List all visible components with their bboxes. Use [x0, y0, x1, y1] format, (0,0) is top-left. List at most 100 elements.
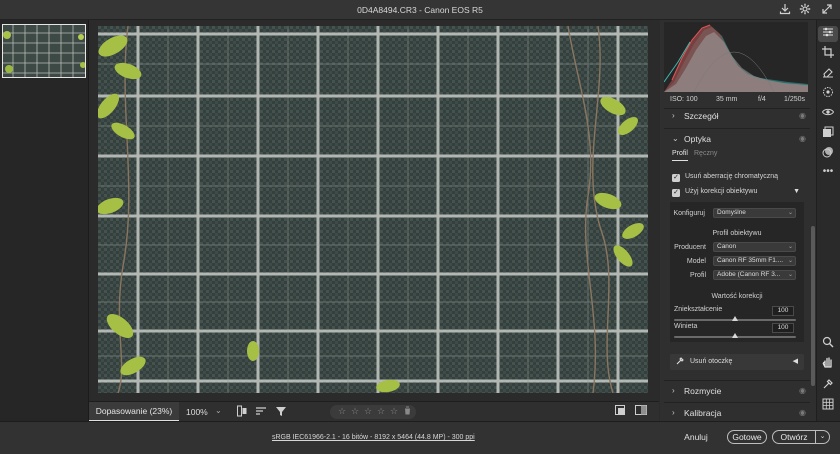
grid-icon[interactable]	[818, 398, 838, 414]
section-detail[interactable]: › Szczegół ◉	[664, 110, 810, 124]
collapse-icon[interactable]: ▼	[793, 188, 800, 195]
maker-label: Producent	[674, 244, 706, 251]
dropdown-caret-icon: ⌄	[787, 210, 793, 216]
filmstrip-thumbnail[interactable]	[2, 24, 86, 78]
cancel-button[interactable]: Anuluj	[678, 430, 714, 444]
chevron-right-icon: ›	[672, 386, 675, 395]
red-eye-icon[interactable]	[818, 86, 838, 102]
section-calibration[interactable]: › Kalibracja ◉	[664, 407, 810, 421]
chevron-down-icon: ⌄	[672, 134, 679, 143]
vignette-slider-thumb[interactable]	[732, 333, 738, 338]
eyedropper-icon[interactable]	[676, 357, 684, 367]
distortion-slider-thumb[interactable]	[732, 316, 738, 321]
profile-dropdown[interactable]: Adobe (Canon RF 3... ⌄	[713, 270, 796, 280]
dropdown-caret-icon: ⌄	[787, 258, 793, 264]
snapshots-icon[interactable]	[818, 126, 838, 142]
lens-profile-label: Użyj korekcji obiektywu	[685, 188, 758, 195]
divider	[664, 108, 810, 109]
divider	[664, 128, 810, 129]
star-icon[interactable]: ☆	[364, 406, 372, 417]
canvas-toolbar: Dopasowanie (23%) 100% ⌄ ☆ ☆ ☆ ☆ ☆	[89, 401, 659, 422]
tab-manual[interactable]: Ręczny	[694, 150, 717, 157]
expand-left-icon[interactable]: ◀	[793, 357, 798, 365]
hand-icon[interactable]	[818, 356, 838, 372]
shutter-speed: 1/250s	[784, 96, 806, 103]
divider	[664, 380, 810, 381]
tab-profile[interactable]: Profil	[672, 150, 688, 157]
section-optics-title: Optyka	[684, 134, 711, 144]
before-after-icon[interactable]	[635, 405, 647, 418]
remove-ca-row[interactable]: ✓ Usuń aberrację chromatyczną	[670, 172, 804, 184]
aperture: f/4	[758, 96, 766, 103]
dropdown-caret-icon: ⌄	[787, 272, 793, 278]
workflow-options-link[interactable]: sRGB IEC61966-2.1 - 16 bitów - 8192 x 54…	[272, 434, 475, 441]
iso-value: ISO: 100	[670, 96, 698, 103]
eye-icon[interactable]: ◉	[799, 386, 806, 395]
section-blur-title: Rozmycie	[684, 386, 722, 396]
filmstrip	[0, 20, 89, 421]
vignette-label: Winieta	[674, 323, 698, 330]
trash-icon[interactable]	[404, 406, 411, 417]
zoom-level[interactable]: 100%	[186, 407, 208, 417]
remove-ca-checkbox[interactable]: ✓	[672, 174, 680, 182]
presets-icon[interactable]	[818, 146, 838, 162]
model-value: Canon RF 35mm F1....	[717, 257, 784, 264]
focal-length: 35 mm	[716, 96, 738, 103]
defringe-label: Usuń otoczkę	[690, 358, 733, 365]
single-view-icon[interactable]	[615, 405, 625, 418]
done-button[interactable]: Gotowe	[727, 430, 767, 444]
distortion-value[interactable]: 100	[772, 306, 794, 316]
section-optics[interactable]: ⌄ Optyka ◉	[664, 133, 810, 147]
lens-profile-heading: Profil obiektywu	[712, 230, 762, 237]
scrollbar-thumb[interactable]	[811, 226, 815, 386]
star-icon[interactable]: ☆	[390, 406, 398, 417]
optics-tabs: Profil Ręczny	[672, 150, 802, 162]
sort-icon[interactable]	[255, 405, 267, 420]
star-rating[interactable]: ☆ ☆ ☆ ☆ ☆	[330, 405, 416, 419]
model-dropdown[interactable]: Canon RF 35mm F1.... ⌄	[713, 256, 796, 266]
maker-value: Canon	[717, 243, 737, 250]
setup-label: Konfiguruj	[673, 210, 705, 217]
section-blur[interactable]: › Rozmycie ◉	[664, 385, 810, 399]
eraser-icon[interactable]	[818, 66, 838, 82]
divider	[664, 402, 810, 403]
lens-profile-row[interactable]: ✓ Użyj korekcji obiektywu ▼	[670, 187, 804, 199]
eye-icon[interactable]: ◉	[799, 408, 806, 417]
download-icon[interactable]	[778, 3, 792, 17]
gear-icon[interactable]	[798, 3, 812, 17]
expand-icon[interactable]	[820, 3, 834, 17]
filter-icon[interactable]	[275, 405, 287, 420]
defringe-row[interactable]: Usuń otoczkę ◀	[670, 354, 804, 370]
eye-icon[interactable]: ◉	[799, 111, 806, 120]
dropdown-caret-icon: ⌄	[787, 244, 793, 250]
star-icon[interactable]: ☆	[351, 406, 359, 417]
zoom-dropdown-icon[interactable]: ⌄	[215, 406, 222, 415]
edit-sliders-icon[interactable]	[818, 26, 838, 42]
section-detail-title: Szczegół	[684, 111, 719, 121]
fit-view-tab[interactable]: Dopasowanie (23%)	[89, 402, 179, 422]
eye-icon[interactable]: ◉	[799, 134, 806, 143]
active-tab-indicator	[672, 160, 688, 161]
open-button[interactable]: Otwórz	[772, 430, 816, 444]
color-sampler-icon[interactable]	[818, 378, 838, 394]
more-icon[interactable]: •••	[818, 164, 838, 180]
open-options-caret-icon[interactable]: ⌄	[816, 430, 830, 444]
vignette-value[interactable]: 100	[772, 323, 794, 333]
exif-info: ISO: 100 35 mm f/4 1/250s	[664, 96, 808, 108]
distortion-label: Zniekształcenie	[674, 306, 723, 313]
star-icon[interactable]: ☆	[338, 406, 346, 417]
compare-icon[interactable]	[237, 405, 247, 420]
maker-dropdown[interactable]: Canon ⌄	[713, 242, 796, 252]
eye-icon[interactable]	[818, 106, 838, 122]
zoom-icon[interactable]	[818, 336, 838, 352]
correction-heading: Wartość korekcji	[711, 293, 763, 300]
setup-dropdown[interactable]: Domyślne ⌄	[713, 208, 796, 218]
model-label: Model	[686, 258, 706, 265]
crop-icon[interactable]	[818, 46, 838, 62]
window-title: 0D4A8494.CR3 - Canon EOS R5	[357, 5, 483, 15]
section-calibration-title: Kalibracja	[684, 408, 722, 418]
star-icon[interactable]: ☆	[377, 406, 385, 417]
histogram	[663, 22, 808, 93]
lens-profile-checkbox[interactable]: ✓	[672, 189, 680, 197]
photo-preview[interactable]	[98, 26, 648, 393]
